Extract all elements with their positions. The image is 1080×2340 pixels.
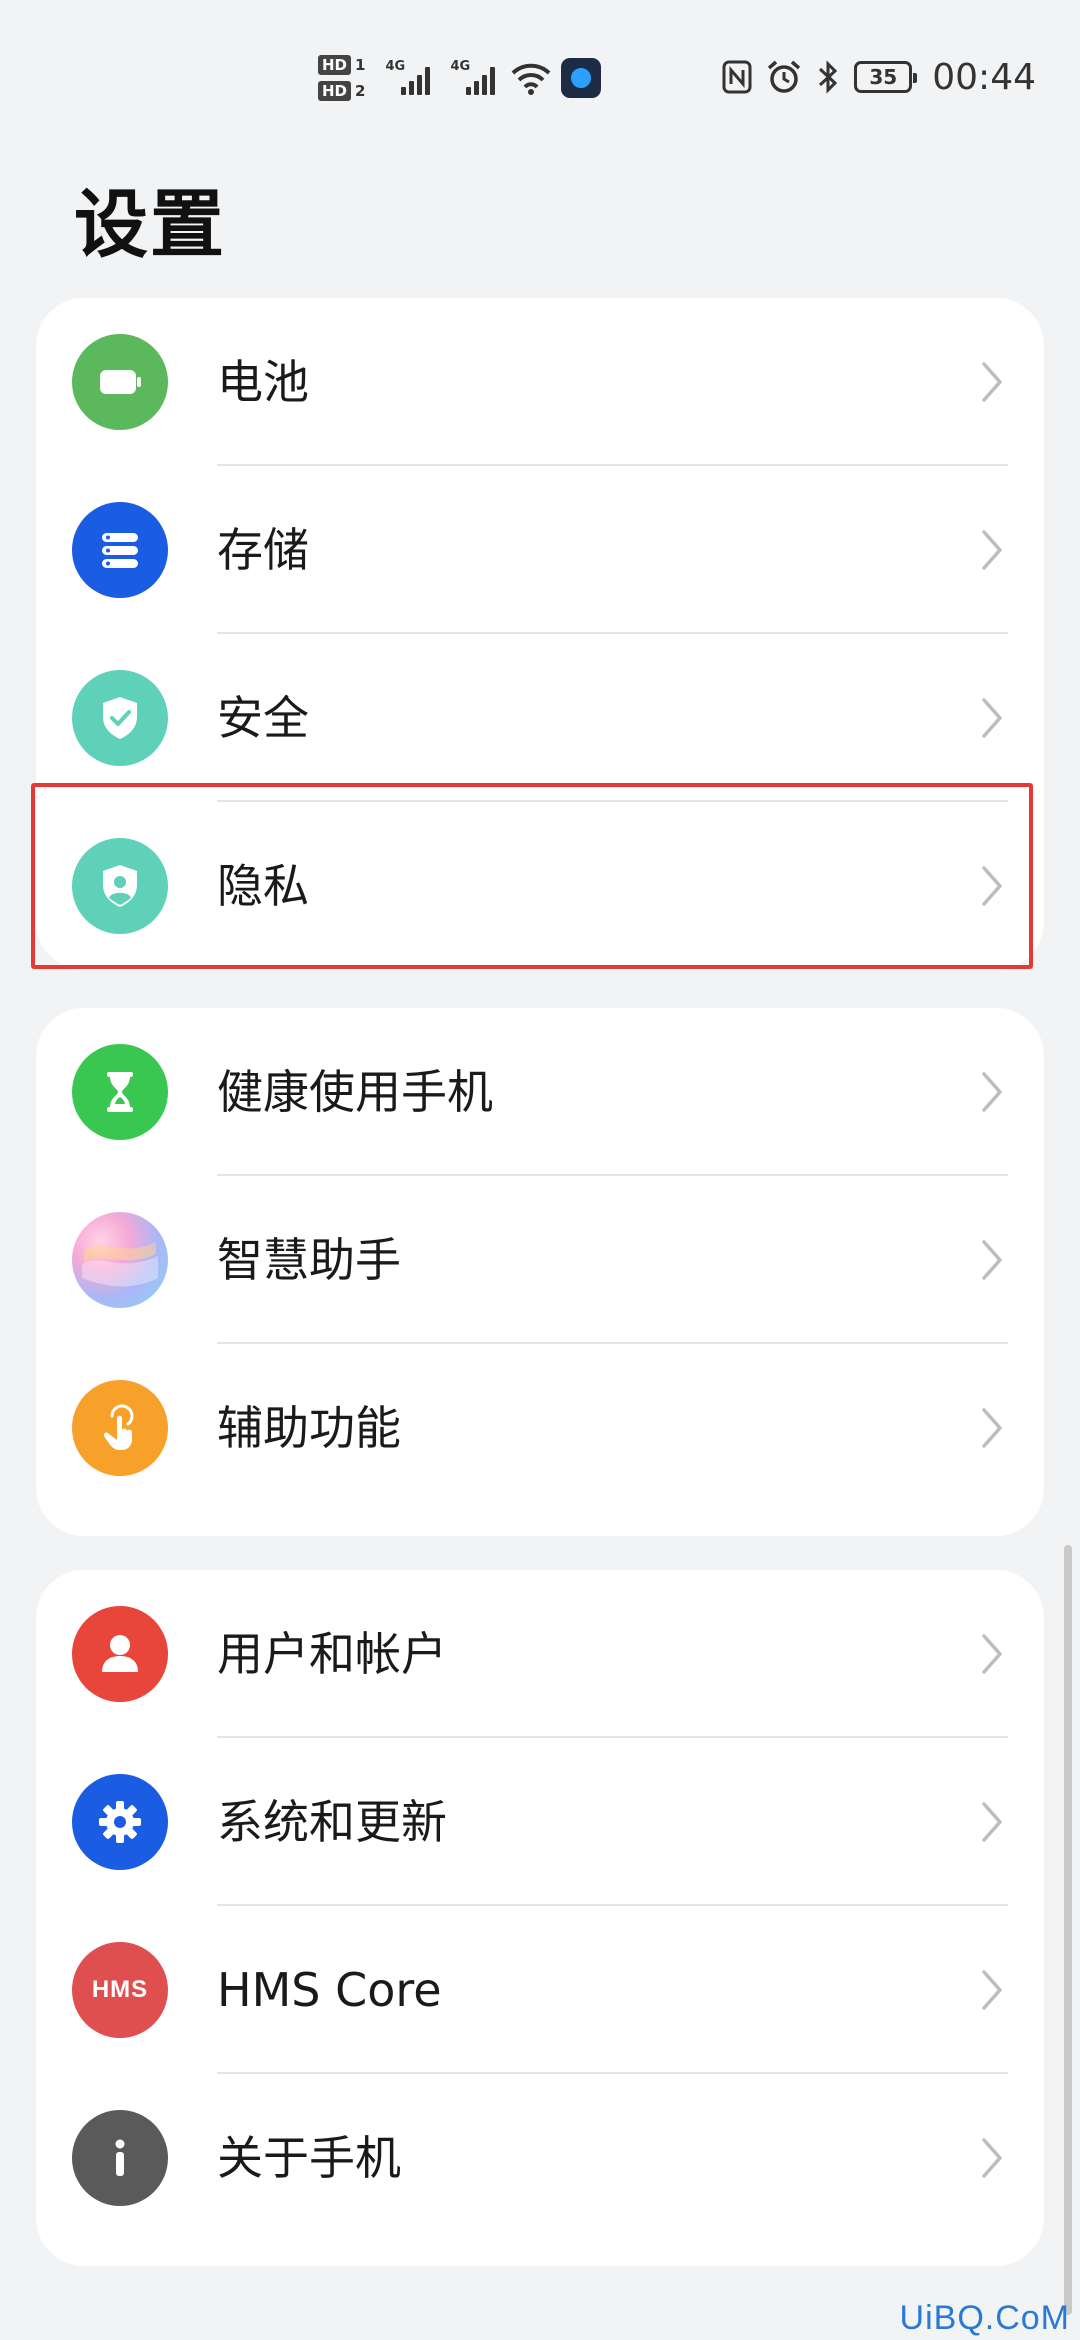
hd-sim-icon: HD 1 HD 2 bbox=[318, 55, 365, 101]
chevron-right-icon bbox=[982, 866, 1002, 906]
signal-icon: 4G bbox=[450, 59, 496, 95]
settings-item-label: HMS Core bbox=[217, 1963, 442, 2017]
sim-number-2: 2 bbox=[355, 82, 366, 100]
chevron-right-icon bbox=[982, 1802, 1002, 1842]
settings-item-label: 智慧助手 bbox=[217, 1233, 401, 1287]
user-icon bbox=[72, 1606, 168, 1702]
battery-icon: 35 bbox=[854, 61, 918, 93]
settings-item-system-updates[interactable]: 系统和更新 bbox=[36, 1738, 1044, 1906]
status-bar: HD 1 HD 2 4G 4G 35 00:44 bbox=[0, 0, 1080, 150]
clock: 00:44 bbox=[932, 56, 1036, 98]
chevron-right-icon bbox=[982, 2138, 1002, 2178]
hms-icon-text: HMS bbox=[91, 1976, 149, 2003]
chevron-right-icon bbox=[982, 698, 1002, 738]
battery-level: 35 bbox=[869, 65, 898, 89]
settings-item-security[interactable]: 安全 bbox=[36, 634, 1044, 802]
settings-item-label: 系统和更新 bbox=[217, 1795, 447, 1849]
settings-item-label: 辅助功能 bbox=[217, 1401, 401, 1455]
settings-group-1: 电池 存储 安全 隐私 bbox=[36, 298, 1044, 970]
settings-item-assistant[interactable]: 智慧助手 bbox=[36, 1176, 1044, 1344]
security-shield-icon bbox=[72, 670, 168, 766]
settings-group-2: 健康使用手机 智慧助手 辅助功能 bbox=[36, 1008, 1044, 1536]
hd-label-2: HD bbox=[318, 81, 352, 101]
bluetooth-icon bbox=[819, 60, 838, 94]
hd-label-1: HD bbox=[318, 55, 352, 75]
battery-icon bbox=[72, 334, 168, 430]
settings-item-accessibility[interactable]: 辅助功能 bbox=[36, 1344, 1044, 1512]
settings-item-label: 健康使用手机 bbox=[217, 1065, 493, 1119]
privacy-shield-icon bbox=[72, 838, 168, 934]
watermark: UiBQ.CoM bbox=[899, 2299, 1070, 2337]
settings-item-hms-core[interactable]: HMS HMS Core bbox=[36, 1906, 1044, 2074]
settings-item-label: 用户和帐户 bbox=[217, 1627, 447, 1681]
chevron-right-icon bbox=[982, 530, 1002, 570]
info-icon bbox=[72, 2110, 168, 2206]
settings-item-label: 存储 bbox=[217, 523, 309, 577]
hourglass-icon bbox=[72, 1044, 168, 1140]
assistant-icon bbox=[72, 1212, 168, 1308]
chevron-right-icon bbox=[982, 1240, 1002, 1280]
settings-item-about-phone[interactable]: 关于手机 bbox=[36, 2074, 1044, 2242]
gear-icon bbox=[72, 1774, 168, 1870]
settings-item-digital-balance[interactable]: 健康使用手机 bbox=[36, 1008, 1044, 1176]
accessibility-hand-icon bbox=[72, 1380, 168, 1476]
hms-icon: HMS bbox=[72, 1942, 168, 2038]
settings-item-users-accounts[interactable]: 用户和帐户 bbox=[36, 1570, 1044, 1738]
nfc-icon bbox=[722, 60, 752, 94]
settings-group-3: 用户和帐户 系统和更新 HMS HMS Core 关于手机 bbox=[36, 1570, 1044, 2266]
network-type-2: 4G bbox=[450, 59, 471, 74]
wifi-icon bbox=[512, 63, 551, 95]
chevron-right-icon bbox=[982, 362, 1002, 402]
settings-item-battery[interactable]: 电池 bbox=[36, 298, 1044, 466]
scrollbar[interactable] bbox=[1064, 1545, 1072, 2315]
signal-icon: 4G bbox=[385, 59, 431, 95]
chevron-right-icon bbox=[982, 1072, 1002, 1112]
app-notification-icon bbox=[561, 58, 602, 98]
chevron-right-icon bbox=[982, 1408, 1002, 1448]
storage-icon bbox=[72, 502, 168, 598]
page-title: 设置 bbox=[74, 182, 226, 268]
settings-item-label: 电池 bbox=[217, 355, 309, 409]
sim-number-1: 1 bbox=[355, 56, 366, 74]
settings-item-label: 关于手机 bbox=[217, 2131, 401, 2185]
settings-item-label: 隐私 bbox=[217, 859, 309, 913]
settings-item-privacy[interactable]: 隐私 bbox=[36, 802, 1044, 970]
network-type-1: 4G bbox=[385, 59, 406, 74]
chevron-right-icon bbox=[982, 1970, 1002, 2010]
settings-item-label: 安全 bbox=[217, 691, 309, 745]
settings-item-storage[interactable]: 存储 bbox=[36, 466, 1044, 634]
alarm-icon bbox=[768, 60, 801, 93]
chevron-right-icon bbox=[982, 1634, 1002, 1674]
